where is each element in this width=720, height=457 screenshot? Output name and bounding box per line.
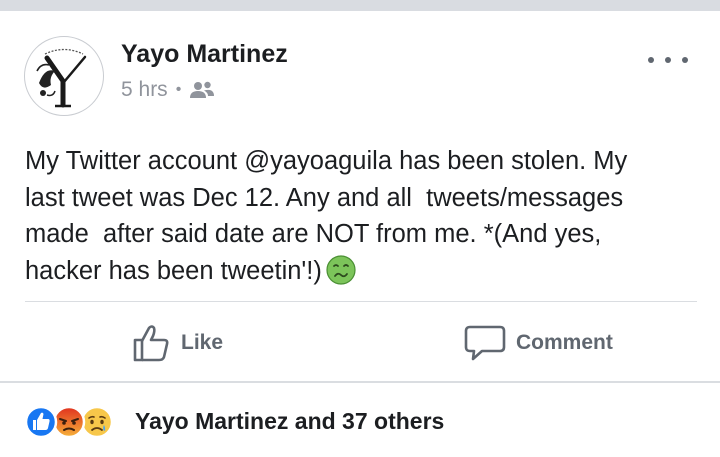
- speech-bubble-icon: [464, 325, 506, 361]
- author-name[interactable]: Yayo Martinez: [121, 40, 288, 69]
- post-header: Yayo Martinez 5 hrs •: [0, 11, 720, 121]
- reaction-icons[interactable]: [24, 405, 124, 439]
- meta-separator: •: [175, 81, 182, 98]
- post-body: My Twitter account @yayoaguila has been …: [25, 143, 700, 289]
- monogram-y-logo: [26, 38, 102, 114]
- avatar[interactable]: [24, 36, 104, 116]
- more-options-button[interactable]: [648, 50, 688, 70]
- friends-icon[interactable]: [189, 80, 215, 100]
- more-options-icon-dot: [682, 57, 688, 63]
- like-reaction-icon: [24, 405, 58, 439]
- thumbs-up-outline-icon: [133, 325, 169, 362]
- post-timestamp[interactable]: 5 hrs: [121, 78, 168, 102]
- post-divider: [25, 301, 697, 302]
- post-meta: 5 hrs •: [121, 78, 215, 102]
- top-separator-strip: [0, 0, 720, 11]
- nauseated-face-icon: [326, 254, 356, 285]
- comment-label: Comment: [516, 331, 613, 354]
- more-options-icon: [648, 57, 654, 63]
- comment-button[interactable]: Comment: [464, 318, 613, 368]
- like-button[interactable]: Like: [131, 318, 223, 368]
- more-options-icon-dot: [665, 57, 671, 63]
- reactions-summary[interactable]: Yayo Martinez and 37 others: [135, 408, 444, 435]
- reactions-bar[interactable]: Yayo Martinez and 37 others: [0, 383, 720, 457]
- like-label: Like: [181, 331, 224, 354]
